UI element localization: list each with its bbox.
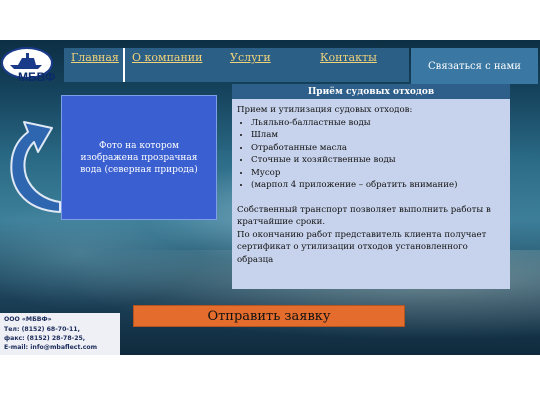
list-item: Шлам	[251, 129, 505, 142]
logo-text: МБВФ	[18, 70, 56, 84]
waste-list: Льяльно-балластные воды Шлам Отработанны…	[237, 117, 505, 192]
photo-caption: Фото на котором изображена прозрачная во…	[80, 140, 198, 175]
photo-placeholder: Фото на котором изображена прозрачная во…	[61, 95, 217, 220]
back-arrow-icon[interactable]	[2, 110, 64, 220]
footer-company: ООО «МБВФ»	[4, 316, 52, 323]
nav-item-contacts[interactable]: Контакты	[320, 51, 377, 64]
nav-divider	[123, 48, 125, 82]
list-item: Мусор	[251, 167, 505, 180]
page: МБВФ Главная О компании Услуги Контакты …	[0, 0, 540, 405]
submit-request-button[interactable]: Отправить заявку	[133, 305, 405, 327]
footer-contacts: ООО «МБВФ» Тел: (8152) 68-70-11, факс: (…	[0, 313, 120, 355]
panel-title: Приём судовых отходов	[232, 84, 510, 99]
main-nav: Главная О компании Услуги Контакты	[64, 48, 409, 82]
panel-paragraph: По окончанию работ представитель клиента…	[237, 229, 487, 265]
panel-paragraph: Собственный транспорт позволяет выполнит…	[237, 204, 491, 228]
nav-item-about[interactable]: О компании	[132, 51, 202, 64]
nav-item-services[interactable]: Услуги	[230, 51, 271, 64]
panel-body: Прием и утилизация судовых отходов: Льял…	[232, 99, 510, 289]
footer-fax: факс: (8152) 28-78-25,	[4, 335, 86, 342]
nav-item-home[interactable]: Главная	[71, 51, 119, 64]
list-item: (марпол 4 приложение – обратить внимание…	[251, 179, 505, 192]
list-item: Отработанные масла	[251, 142, 505, 155]
contact-us-button[interactable]: Связаться с нами	[411, 48, 538, 84]
list-item: Сточные и хозяйственные воды	[251, 154, 505, 167]
list-item: Льяльно-балластные воды	[251, 117, 505, 130]
footer-email[interactable]: E-mail: info@mbaflect.com	[4, 344, 97, 351]
footer-tel: Тел: (8152) 68-70-11,	[4, 326, 80, 333]
panel-intro: Прием и утилизация судовых отходов:	[237, 105, 413, 115]
